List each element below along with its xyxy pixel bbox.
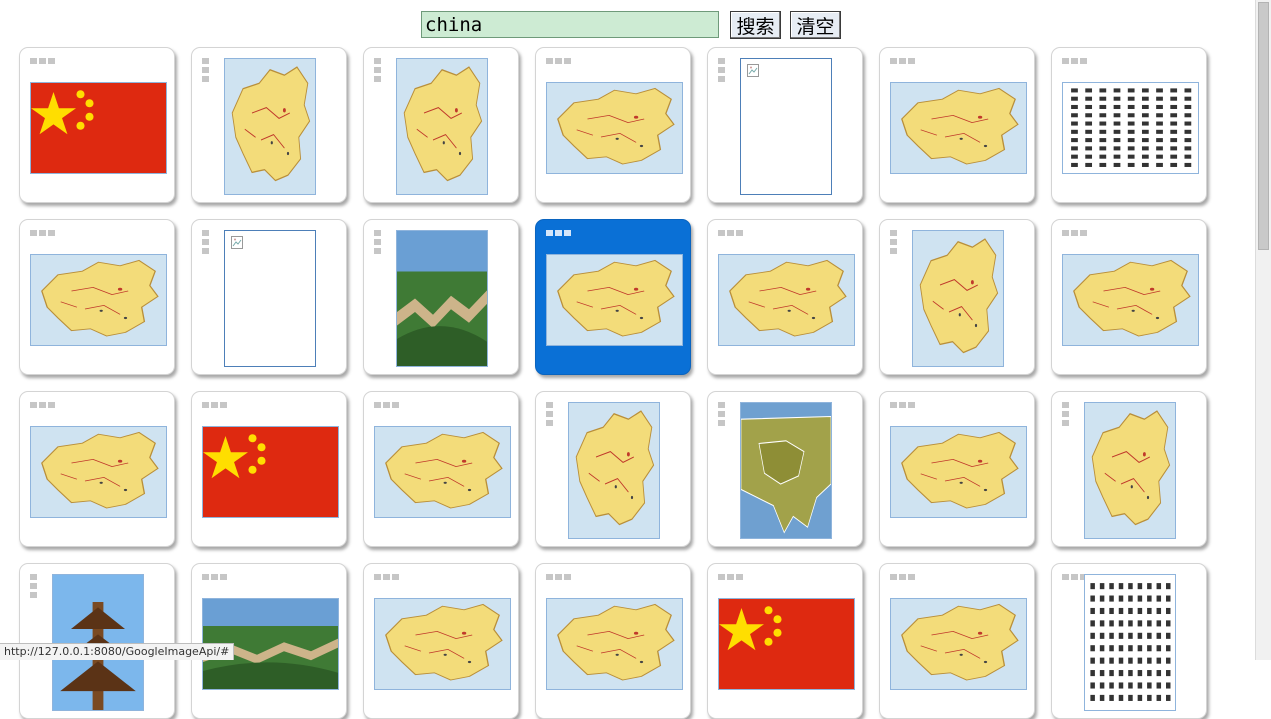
image-result-card[interactable] bbox=[879, 563, 1035, 719]
image-result-card[interactable] bbox=[19, 47, 175, 203]
china-map-icon[interactable] bbox=[890, 426, 1027, 518]
image-result-card[interactable] bbox=[707, 47, 863, 203]
china-map-icon[interactable] bbox=[546, 254, 683, 346]
image-result-card[interactable] bbox=[535, 47, 691, 203]
china-map-icon[interactable] bbox=[718, 254, 855, 346]
china-map-icon[interactable] bbox=[374, 598, 511, 690]
drag-handle-icon[interactable] bbox=[30, 58, 56, 64]
drag-handle-icon[interactable] bbox=[718, 58, 725, 82]
china-map-icon[interactable] bbox=[374, 426, 511, 518]
image-result-card[interactable] bbox=[191, 219, 347, 375]
drag-handle-icon[interactable] bbox=[374, 58, 381, 82]
drag-handle-icon[interactable] bbox=[30, 230, 56, 236]
image-result-card[interactable] bbox=[707, 563, 863, 719]
china-map-icon[interactable] bbox=[546, 82, 683, 174]
asia-map-icon[interactable] bbox=[740, 402, 832, 539]
drag-handle-icon[interactable] bbox=[718, 574, 744, 580]
drag-handle-icon[interactable] bbox=[202, 58, 209, 82]
china-map-icon[interactable] bbox=[30, 254, 167, 346]
chinese-characters-icon[interactable] bbox=[1062, 82, 1199, 174]
great-wall-icon[interactable] bbox=[396, 230, 488, 367]
china-map-icon[interactable] bbox=[546, 598, 683, 690]
china-map-icon[interactable] bbox=[1062, 254, 1199, 346]
drag-handle-icon[interactable] bbox=[374, 402, 400, 408]
broken-image-icon[interactable] bbox=[740, 58, 832, 195]
china-flag-icon[interactable] bbox=[202, 426, 339, 518]
image-result-card[interactable] bbox=[879, 391, 1035, 547]
image-result-card[interactable] bbox=[191, 47, 347, 203]
china-map-icon[interactable] bbox=[224, 58, 316, 195]
drag-handle-icon[interactable] bbox=[374, 574, 400, 580]
image-result-card[interactable] bbox=[363, 391, 519, 547]
china-map-icon[interactable] bbox=[890, 82, 1027, 174]
china-map-icon[interactable] bbox=[30, 426, 167, 518]
china-map-icon[interactable] bbox=[568, 402, 660, 539]
drag-handle-icon[interactable] bbox=[890, 58, 916, 64]
china-map-icon[interactable] bbox=[890, 598, 1027, 690]
image-result-card[interactable] bbox=[363, 47, 519, 203]
scrollbar-thumb[interactable] bbox=[1258, 2, 1269, 250]
drag-handle-icon[interactable] bbox=[30, 402, 56, 408]
image-result-card[interactable] bbox=[1051, 563, 1207, 719]
drag-handle-icon[interactable] bbox=[1062, 58, 1088, 64]
drag-handle-icon[interactable] bbox=[202, 402, 228, 408]
chinese-characters-icon[interactable] bbox=[1084, 574, 1176, 711]
drag-handle-icon[interactable] bbox=[890, 230, 897, 254]
china-map-icon[interactable] bbox=[396, 58, 488, 195]
broken-image-icon[interactable] bbox=[224, 230, 316, 367]
image-results-grid bbox=[0, 0, 1255, 719]
image-result-card[interactable] bbox=[191, 391, 347, 547]
drag-handle-icon[interactable] bbox=[1062, 402, 1069, 426]
image-result-card[interactable] bbox=[19, 391, 175, 547]
image-result-card[interactable] bbox=[1051, 219, 1207, 375]
image-result-card[interactable] bbox=[19, 563, 175, 719]
drag-handle-icon[interactable] bbox=[1062, 230, 1088, 236]
image-result-card[interactable] bbox=[879, 47, 1035, 203]
image-result-card[interactable] bbox=[707, 219, 863, 375]
image-result-card[interactable] bbox=[879, 219, 1035, 375]
image-result-card[interactable] bbox=[19, 219, 175, 375]
drag-handle-icon[interactable] bbox=[546, 58, 572, 64]
image-result-card[interactable] bbox=[191, 563, 347, 719]
china-flag-icon[interactable] bbox=[30, 82, 167, 174]
image-result-card[interactable] bbox=[707, 391, 863, 547]
image-result-card[interactable] bbox=[535, 563, 691, 719]
drag-handle-icon[interactable] bbox=[546, 230, 572, 236]
drag-handle-icon[interactable] bbox=[546, 574, 572, 580]
drag-handle-icon[interactable] bbox=[374, 230, 381, 254]
china-map-icon[interactable] bbox=[1084, 402, 1176, 539]
image-result-card[interactable] bbox=[363, 219, 519, 375]
china-map-icon[interactable] bbox=[912, 230, 1004, 367]
drag-handle-icon[interactable] bbox=[30, 574, 37, 598]
image-result-card[interactable] bbox=[1051, 391, 1207, 547]
china-flag-icon[interactable] bbox=[718, 598, 855, 690]
status-url: http://127.0.0.1:8080/GoogleImageApi/# bbox=[4, 645, 230, 658]
image-result-card[interactable] bbox=[1051, 47, 1207, 203]
drag-handle-icon[interactable] bbox=[890, 402, 916, 408]
drag-handle-icon[interactable] bbox=[718, 230, 744, 236]
drag-handle-icon[interactable] bbox=[202, 230, 209, 254]
image-result-card[interactable] bbox=[535, 391, 691, 547]
image-result-card[interactable] bbox=[535, 219, 691, 375]
drag-handle-icon[interactable] bbox=[718, 402, 725, 426]
drag-handle-icon[interactable] bbox=[546, 402, 553, 426]
drag-handle-icon[interactable] bbox=[890, 574, 916, 580]
vertical-scrollbar[interactable] bbox=[1255, 0, 1271, 660]
drag-handle-icon[interactable] bbox=[202, 574, 228, 580]
status-bar: http://127.0.0.1:8080/GoogleImageApi/# bbox=[0, 643, 235, 660]
image-result-card[interactable] bbox=[363, 563, 519, 719]
